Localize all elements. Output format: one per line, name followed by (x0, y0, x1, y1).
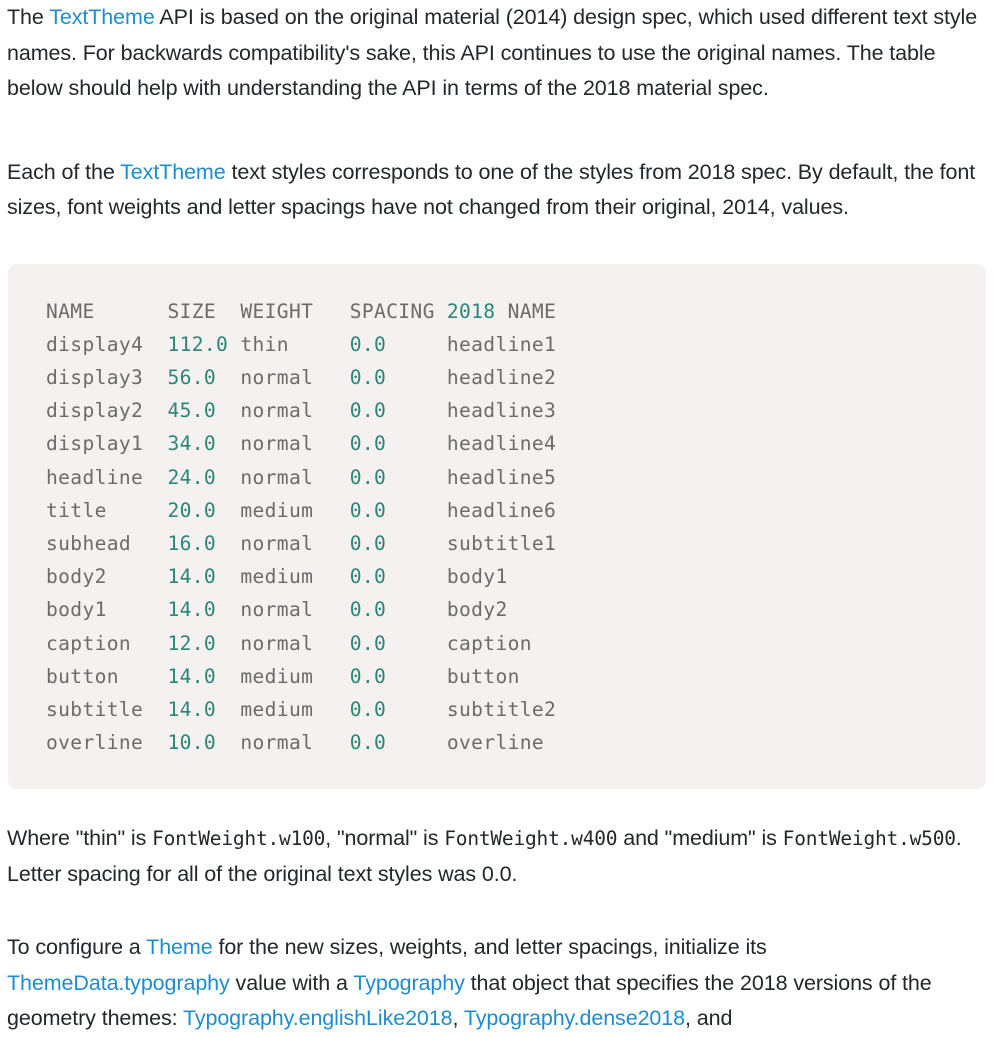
paragraph-fontweight-explanation: Where "thin" is FontWeight.w100, "normal… (7, 821, 993, 892)
paragraph-4-text-part-2: for the new sizes, weights, and letter s… (212, 935, 767, 960)
text-style-mapping-code-block: NAME SIZE WEIGHT SPACING 2018 NAME displ… (8, 263, 986, 790)
code-fontweight-w100: FontWeight.w100 (152, 827, 326, 851)
text-style-mapping-table: NAME SIZE WEIGHT SPACING 2018 NAME displ… (46, 299, 569, 755)
link-typography-dense2018[interactable]: Typography.dense2018 (464, 1006, 685, 1030)
paragraph-textstyles-correspond: Each of the TextTheme text styles corres… (7, 155, 993, 226)
link-themedata-typography[interactable]: ThemeData.typography (7, 971, 230, 995)
paragraph-1-text-part-1: The (7, 5, 50, 29)
code-fontweight-w400: FontWeight.w400 (444, 827, 618, 851)
link-theme[interactable]: Theme (146, 935, 213, 959)
paragraph-2-text-part-1: Each of the (7, 159, 121, 184)
link-texttheme[interactable]: TextTheme (49, 5, 155, 29)
paragraph-4-text-part-6: , and (685, 1006, 733, 1031)
paragraph-3-text-part-3: and "medium" is (617, 826, 783, 851)
paragraph-3-text-part-1: Where "thin" is (7, 826, 153, 851)
paragraph-configure-theme: To configure a Theme for the new sizes, … (7, 930, 993, 1037)
paragraph-3-text-part-2: , "normal" is (325, 826, 445, 851)
paragraph-4-text-part-1: To configure a (7, 935, 147, 960)
document-body: The TextTheme API is based on the origin… (0, 0, 1000, 1037)
paragraph-4-text-part-5: , (452, 1006, 464, 1031)
link-texttheme-2[interactable]: TextTheme (120, 160, 226, 184)
paragraph-4-text-part-3: value with a (229, 970, 354, 995)
link-typography[interactable]: Typography (353, 971, 464, 995)
paragraph-textheme-intro: The TextTheme API is based on the origin… (7, 0, 993, 107)
link-typography-englishlike2018[interactable]: Typography.englishLike2018 (183, 1006, 453, 1030)
code-fontweight-w500: FontWeight.w500 (782, 827, 956, 851)
